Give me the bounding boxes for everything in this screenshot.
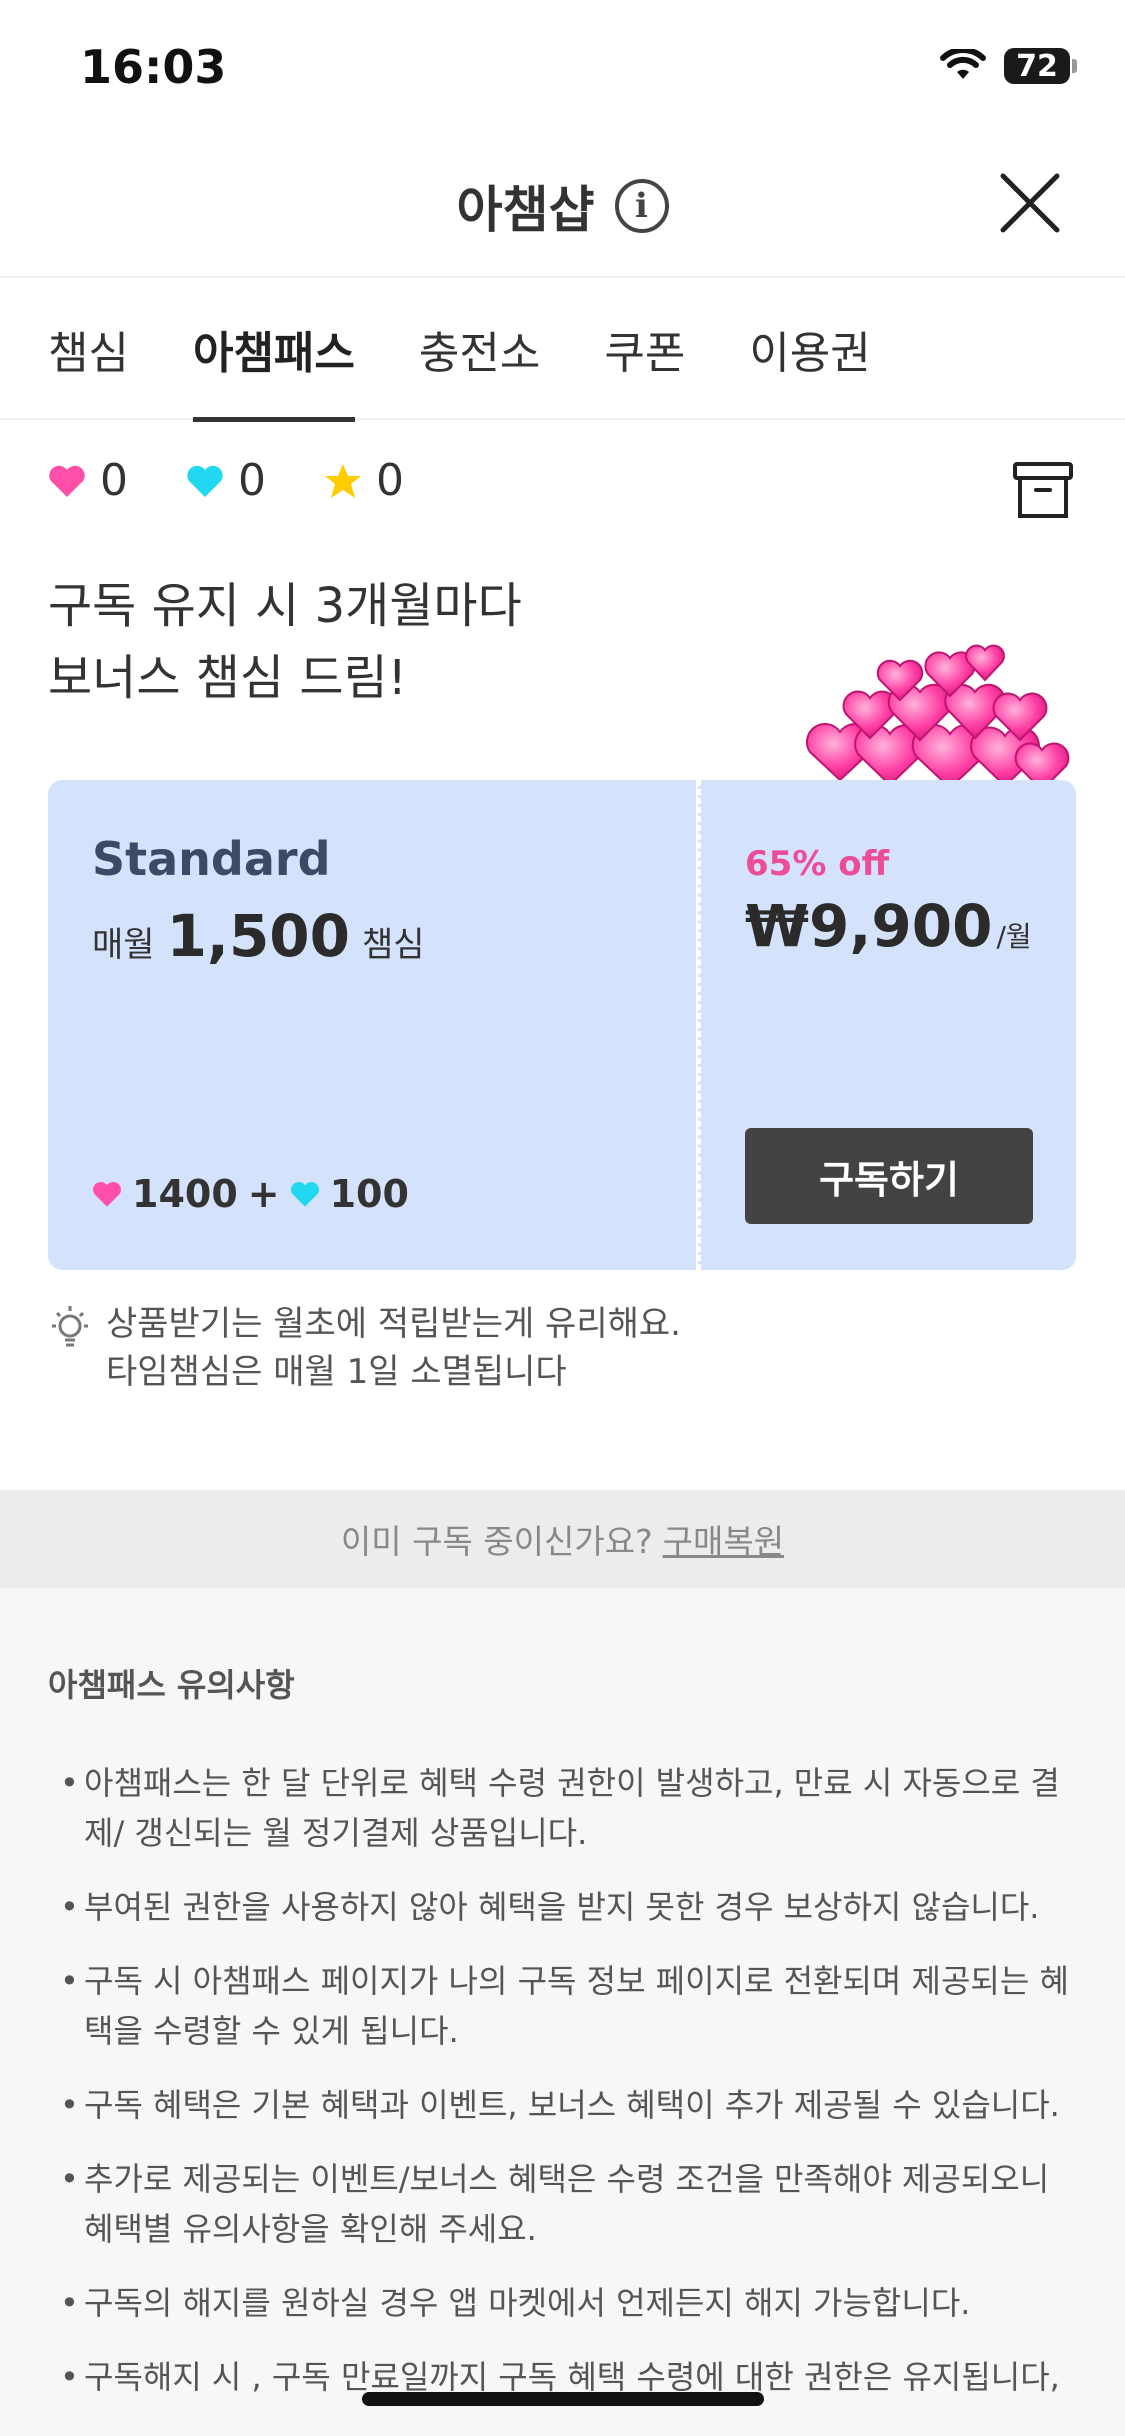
pink-heart-icon xyxy=(93,1181,121,1207)
plan-cyan-count: 100 xyxy=(329,1172,409,1216)
plan-amount: 매월 1,500 챔심 xyxy=(92,902,425,970)
star-balance: 0 xyxy=(324,455,404,506)
restore-purchase-link[interactable]: 구매복원 xyxy=(663,1515,784,1563)
pink-heart-icon xyxy=(49,465,85,497)
tab-coupon[interactable]: 쿠폰 xyxy=(604,278,685,420)
restore-question: 이미 구독 중이신가요? xyxy=(340,1522,653,1561)
tab-bar: 챔심 아챔패스 충전소 쿠폰 이용권 xyxy=(0,278,1125,422)
hearts-pile-image xyxy=(805,644,1070,790)
notice-section: 아챔패스 유의사항 아챔패스는 한 달 단위로 혜택 수령 권한이 발생하고, … xyxy=(0,1588,1125,2436)
price-row: ₩9,900 /월 xyxy=(745,892,1032,960)
restore-bar: 이미 구독 중이신가요? 구매복원 xyxy=(0,1490,1125,1588)
close-icon[interactable] xyxy=(997,170,1063,236)
cyan-heart-count: 0 xyxy=(238,455,266,506)
status-icons: 72 xyxy=(940,48,1077,84)
tab-charging[interactable]: 충전소 xyxy=(419,278,540,420)
tip-text: 상품받기는 월초에 적립받는게 유리해요. 타임챔심은 매월 1일 소멸됩니다 xyxy=(106,1300,681,1396)
plan-amount-prefix: 매월 xyxy=(92,925,155,965)
plan-amount-suffix: 챔심 xyxy=(362,925,425,965)
star-icon xyxy=(325,463,361,498)
plan-breakdown: 1400 + 100 xyxy=(92,1172,409,1216)
plan-info-card: Standard 매월 1,500 챔심 1400 + 100 xyxy=(48,780,696,1270)
wifi-icon xyxy=(940,49,986,83)
cyan-heart-icon xyxy=(187,465,223,497)
plan-pink-count: 1400 xyxy=(132,1172,238,1216)
page-title: 아챔샵 xyxy=(456,181,595,239)
status-time: 16:03 xyxy=(80,40,227,94)
tip: 상품받기는 월초에 적립받는게 유리해요. 타임챔심은 매월 1일 소멸됩니다 xyxy=(48,1300,681,1396)
promo-line-2: 보너스 챔심 드림! xyxy=(48,650,407,706)
info-icon[interactable]: i xyxy=(614,179,669,233)
price: ₩9,900 xyxy=(745,892,993,960)
plan-price-card: 65% off ₩9,900 /월 구독하기 xyxy=(698,780,1076,1270)
promo-text: 구독 유지 시 3개월마다 보너스 챔심 드림! xyxy=(48,570,522,714)
currency-row: 0 0 0 xyxy=(48,455,404,506)
tip-line-1: 상품받기는 월초에 적립받는게 유리해요. xyxy=(106,1304,681,1344)
storage-box-icon[interactable] xyxy=(1011,458,1075,522)
header: 아챔샵 i xyxy=(0,140,1125,278)
plan-amount-value: 1,500 xyxy=(166,902,351,970)
cyan-heart-balance: 0 xyxy=(186,455,266,506)
pink-heart-count: 0 xyxy=(100,455,128,506)
star-count: 0 xyxy=(376,455,404,506)
notice-item: 구독 혜택은 기본 혜택과 이벤트, 보너스 혜택이 추가 제공될 수 있습니다… xyxy=(60,2080,1080,2130)
discount-badge: 65% off xyxy=(745,844,890,884)
price-period: /월 xyxy=(996,920,1032,953)
battery-level: 72 xyxy=(1016,48,1058,84)
tab-chamsim[interactable]: 챔심 xyxy=(48,278,129,420)
status-bar: 16:03 72 xyxy=(0,0,1125,140)
plan-plus: + xyxy=(247,1172,280,1216)
notice-item: 아챔패스는 한 달 단위로 혜택 수령 권한이 발생하고, 만료 시 자동으로 … xyxy=(60,1758,1080,1858)
notice-list: 아챔패스는 한 달 단위로 혜택 수령 권한이 발생하고, 만료 시 자동으로 … xyxy=(60,1758,1080,2426)
tip-line-2: 타임챔심은 매월 1일 소멸됩니다 xyxy=(106,1352,567,1392)
lightbulb-icon xyxy=(52,1306,88,1347)
tab-pass[interactable]: 이용권 xyxy=(749,278,870,420)
promo-line-1: 구독 유지 시 3개월마다 xyxy=(48,578,522,634)
notice-title: 아챔패스 유의사항 xyxy=(48,1666,295,1704)
plan-name: Standard xyxy=(92,832,331,886)
home-indicator xyxy=(362,2392,764,2406)
pink-heart-balance: 0 xyxy=(48,455,128,506)
subscribe-button[interactable]: 구독하기 xyxy=(745,1128,1033,1224)
notice-item: 구독 시 아챔패스 페이지가 나의 구독 정보 페이지로 전환되며 제공되는 혜… xyxy=(60,1956,1080,2056)
notice-item: 추가로 제공되는 이벤트/보너스 혜택은 수령 조건을 만족해야 제공되오니 혜… xyxy=(60,2154,1080,2254)
cyan-heart-icon xyxy=(290,1181,319,1207)
notice-item: 구독의 해지를 원하실 경우 앱 마켓에서 언제든지 해지 가능합니다. xyxy=(60,2278,1080,2328)
tab-achampass[interactable]: 아챔패스 xyxy=(192,278,355,422)
notice-item: 부여된 권한을 사용하지 않아 혜택을 받지 못한 경우 보상하지 않습니다. xyxy=(60,1882,1080,1932)
battery-icon: 72 xyxy=(1004,48,1077,84)
